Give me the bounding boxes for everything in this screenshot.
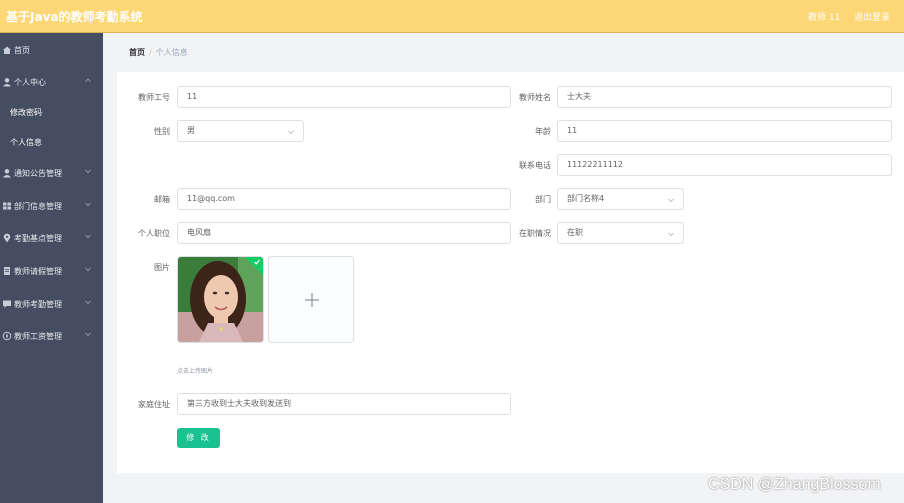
photo-label: 图片 (154, 263, 170, 272)
chevron-down-icon (668, 198, 674, 203)
home-icon (3, 46, 11, 54)
current-user-label: 教师 11 (808, 13, 841, 23)
age-input[interactable]: 11 (557, 120, 892, 142)
sidebar-subitem-personal-info[interactable]: 个人信息 (0, 127, 103, 157)
sidebar-item-salary[interactable]: 教师工资管理 (0, 321, 103, 351)
watermark-text: CSDN @ZhangBlossom (708, 476, 881, 493)
chevron-down-icon (85, 234, 91, 239)
sidebar-menu: 首页 个人中心 修改密码 个人信息 通知公告管理 部门信息管理 考勤基点管理 教… (0, 33, 103, 503)
location-icon (3, 233, 11, 243)
edit-button[interactable]: 修 改 (177, 428, 220, 448)
plus-icon (305, 293, 319, 307)
department-value: 部门名称4 (567, 194, 605, 203)
position-label: 个人职位 (138, 229, 170, 238)
sidebar-item-home[interactable]: 首页 (0, 35, 103, 65)
breadcrumb-home[interactable]: 首页 (129, 48, 145, 57)
breadcrumb-separator: / (149, 48, 152, 57)
user-icon (3, 169, 11, 178)
sidebar-item-attendance[interactable]: 教师考勤管理 (0, 289, 103, 319)
message-icon (3, 300, 11, 308)
logout-link[interactable]: 退出登录 (854, 10, 890, 23)
sidebar-item-label: 个人中心 (14, 78, 46, 87)
chevron-down-icon (85, 169, 91, 174)
sidebar-item-department[interactable]: 部门信息管理 (0, 191, 103, 221)
sidebar-item-label: 部门信息管理 (14, 202, 62, 211)
upload-tip: 点击上传图片 (177, 368, 214, 375)
address-input[interactable]: 第三方收到士大夫收到发送到 (177, 393, 511, 415)
sidebar-subitem-change-password[interactable]: 修改密码 (0, 97, 103, 127)
grid-icon (3, 202, 11, 210)
portrait-image (178, 257, 263, 342)
sidebar-subitem-label: 个人信息 (10, 138, 42, 147)
chevron-up-icon (85, 78, 91, 82)
employment-select[interactable]: 在职 (557, 222, 684, 244)
phone-input[interactable]: 11122211112 (557, 154, 892, 176)
sidebar-item-label: 首页 (14, 46, 30, 55)
gender-select[interactable]: 男 (177, 120, 304, 142)
teacher-no-label: 教师工号 (138, 93, 170, 102)
chevron-down-icon (288, 130, 294, 135)
email-label: 邮箱 (154, 195, 170, 204)
check-icon (254, 259, 260, 265)
user-icon (3, 78, 11, 87)
sidebar-item-label: 教师工资管理 (14, 332, 62, 341)
address-label: 家庭住址 (138, 400, 170, 409)
position-input[interactable]: 电风扇 (177, 222, 511, 244)
app-title: 基于Java的教师考勤系统 (6, 10, 143, 24)
email-input[interactable]: 11@qq.com (177, 188, 511, 210)
sidebar-item-label: 教师请假管理 (14, 267, 62, 276)
sidebar-item-attendance-point[interactable]: 考勤基点管理 (0, 223, 103, 253)
top-header: 基于Java的教师考勤系统 教师 11 退出登录 (0, 0, 904, 33)
chevron-down-icon (85, 267, 91, 272)
uploaded-photo[interactable] (177, 256, 264, 343)
age-label: 年龄 (535, 127, 551, 136)
employment-value: 在职 (567, 228, 583, 237)
sidebar-item-label: 考勤基点管理 (14, 234, 62, 243)
phone-label: 联系电话 (519, 161, 551, 170)
photo-upload-button[interactable] (268, 256, 354, 343)
breadcrumb: 首页 / 个人信息 (129, 47, 188, 58)
teacher-name-label: 教师姓名 (519, 93, 551, 102)
gender-value: 男 (187, 126, 195, 135)
department-label: 部门 (535, 195, 551, 204)
document-icon (4, 267, 10, 275)
sidebar-item-personal-center[interactable]: 个人中心 (0, 67, 103, 97)
employment-label: 在职情况 (519, 229, 551, 238)
gender-label: 性别 (154, 127, 170, 136)
sidebar-item-label: 教师考勤管理 (14, 300, 62, 309)
teacher-no-input[interactable]: 11 (177, 86, 511, 108)
compass-icon (2, 331, 12, 341)
breadcrumb-current: 个人信息 (155, 48, 188, 57)
chevron-down-icon (85, 332, 91, 337)
teacher-name-input[interactable]: 士大夫 (557, 86, 892, 108)
sidebar-item-leave[interactable]: 教师请假管理 (0, 256, 103, 286)
department-select[interactable]: 部门名称4 (557, 188, 684, 210)
chevron-down-icon (85, 202, 91, 207)
sidebar-item-label: 通知公告管理 (14, 169, 62, 178)
sidebar-item-notice[interactable]: 通知公告管理 (0, 158, 103, 188)
sidebar-subitem-label: 修改密码 (10, 108, 42, 117)
chevron-down-icon (85, 300, 91, 305)
chevron-down-icon (668, 232, 674, 237)
